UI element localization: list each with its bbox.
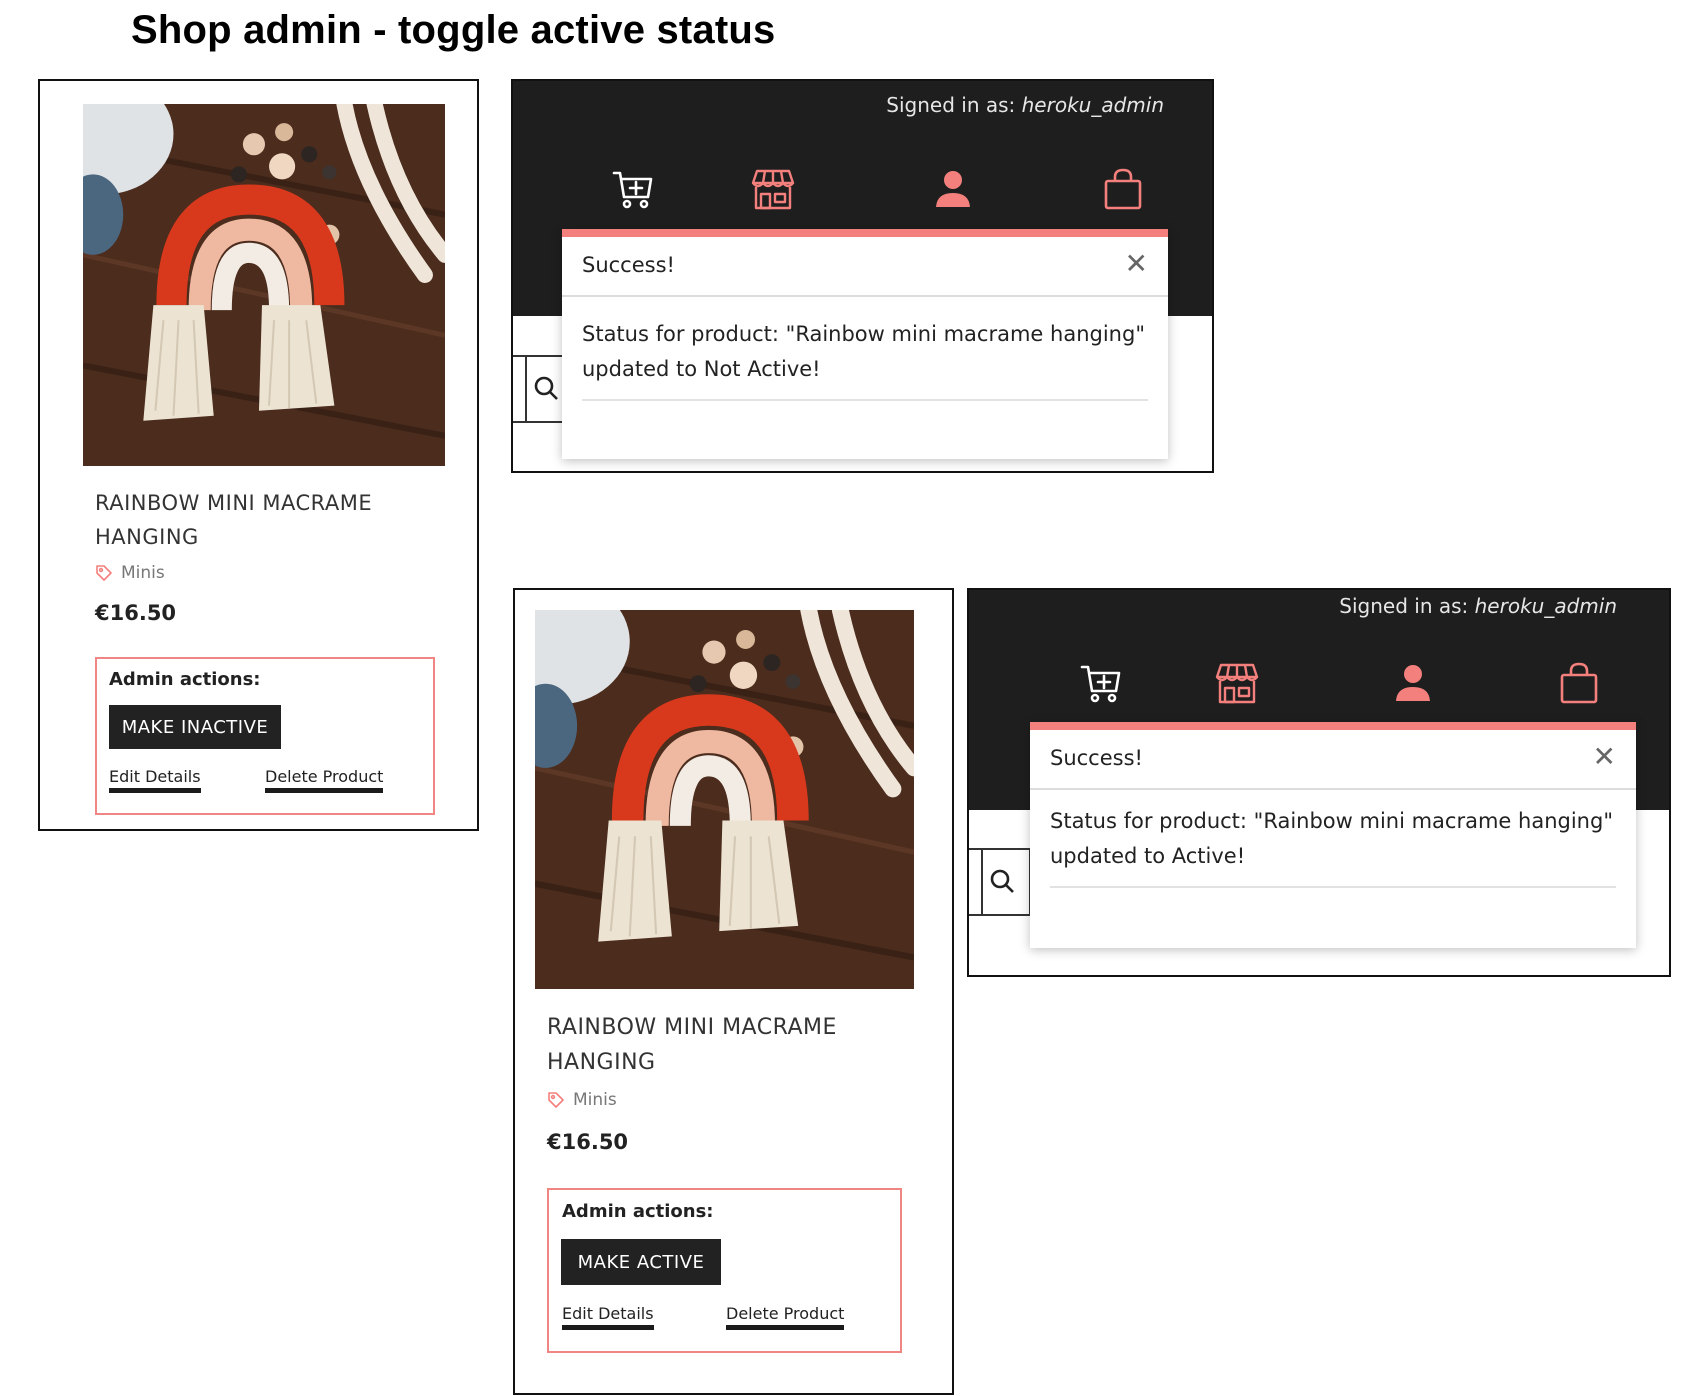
product-card-panel: RAINBOW MINI MACRAME HANGING Minis €16.5… <box>38 79 479 831</box>
search-icon <box>533 375 559 401</box>
store-icon[interactable] <box>751 167 795 211</box>
tag-icon <box>95 564 113 582</box>
admin-actions-label: Admin actions: <box>562 1201 714 1222</box>
product-price: €16.50 <box>95 601 177 625</box>
shopping-bag-icon[interactable] <box>1557 661 1601 705</box>
store-icon[interactable] <box>1215 661 1259 705</box>
toast-message: Status for product: "Rainbow mini macram… <box>582 317 1148 401</box>
signed-in-prefix: Signed in as: <box>886 93 1016 117</box>
category-label: Minis <box>121 563 165 583</box>
product-image[interactable] <box>535 610 914 989</box>
cart-plus-icon[interactable] <box>1079 661 1123 705</box>
product-price: €16.50 <box>547 1130 629 1154</box>
product-category[interactable]: Minis <box>547 1090 617 1110</box>
toast-title: Success! <box>582 253 675 277</box>
close-icon[interactable]: ✕ <box>1125 247 1148 280</box>
user-icon[interactable] <box>1391 661 1435 705</box>
product-name[interactable]: RAINBOW MINI MACRAME HANGING <box>547 1010 887 1080</box>
toast-header: Success! ✕ <box>1030 730 1636 790</box>
success-toast: Success! ✕ Status for product: "Rainbow … <box>562 229 1168 459</box>
success-toast: Success! ✕ Status for product: "Rainbow … <box>1030 722 1636 948</box>
edit-details-link[interactable]: Edit Details <box>109 767 201 793</box>
signed-in-text: Signed in as: heroku_admin <box>886 93 1164 117</box>
page-title: Shop admin - toggle active status <box>131 8 776 52</box>
search-bar[interactable] <box>969 848 1031 916</box>
toast-message: Status for product: "Rainbow mini macram… <box>1050 804 1616 888</box>
search-icon <box>989 868 1015 894</box>
make-inactive-button[interactable]: MAKE INACTIVE <box>109 705 281 749</box>
tag-icon <box>547 1091 565 1109</box>
delete-product-link[interactable]: Delete Product <box>265 767 384 793</box>
signed-in-username: heroku_admin <box>1021 93 1164 117</box>
admin-actions-box: Admin actions: MAKE ACTIVE Edit Details … <box>547 1188 902 1353</box>
cart-plus-icon[interactable] <box>611 167 655 211</box>
user-icon[interactable] <box>931 167 975 211</box>
edit-details-link[interactable]: Edit Details <box>562 1304 654 1330</box>
product-image[interactable] <box>83 104 445 466</box>
header-toast-panel: Signed in as: heroku_admin Success! ✕ St… <box>511 79 1214 473</box>
shopping-bag-icon[interactable] <box>1101 167 1145 211</box>
category-label: Minis <box>573 1090 617 1110</box>
header-toast-panel: Signed in as: heroku_admin Success! ✕ St… <box>967 588 1671 977</box>
signed-in-username: heroku_admin <box>1474 594 1617 618</box>
admin-actions-label: Admin actions: <box>109 669 261 690</box>
make-active-button[interactable]: MAKE ACTIVE <box>561 1239 721 1285</box>
close-icon[interactable]: ✕ <box>1593 740 1616 773</box>
toast-title: Success! <box>1050 746 1143 770</box>
delete-product-link[interactable]: Delete Product <box>726 1304 845 1330</box>
product-card-panel: RAINBOW MINI MACRAME HANGING Minis €16.5… <box>513 588 954 1395</box>
product-name[interactable]: RAINBOW MINI MACRAME HANGING <box>95 486 425 554</box>
signed-in-prefix: Signed in as: <box>1339 594 1469 618</box>
admin-actions-box: Admin actions: MAKE INACTIVE Edit Detail… <box>95 657 435 815</box>
toast-header: Success! ✕ <box>562 237 1168 297</box>
signed-in-text: Signed in as: heroku_admin <box>1339 594 1617 618</box>
product-category[interactable]: Minis <box>95 563 165 583</box>
